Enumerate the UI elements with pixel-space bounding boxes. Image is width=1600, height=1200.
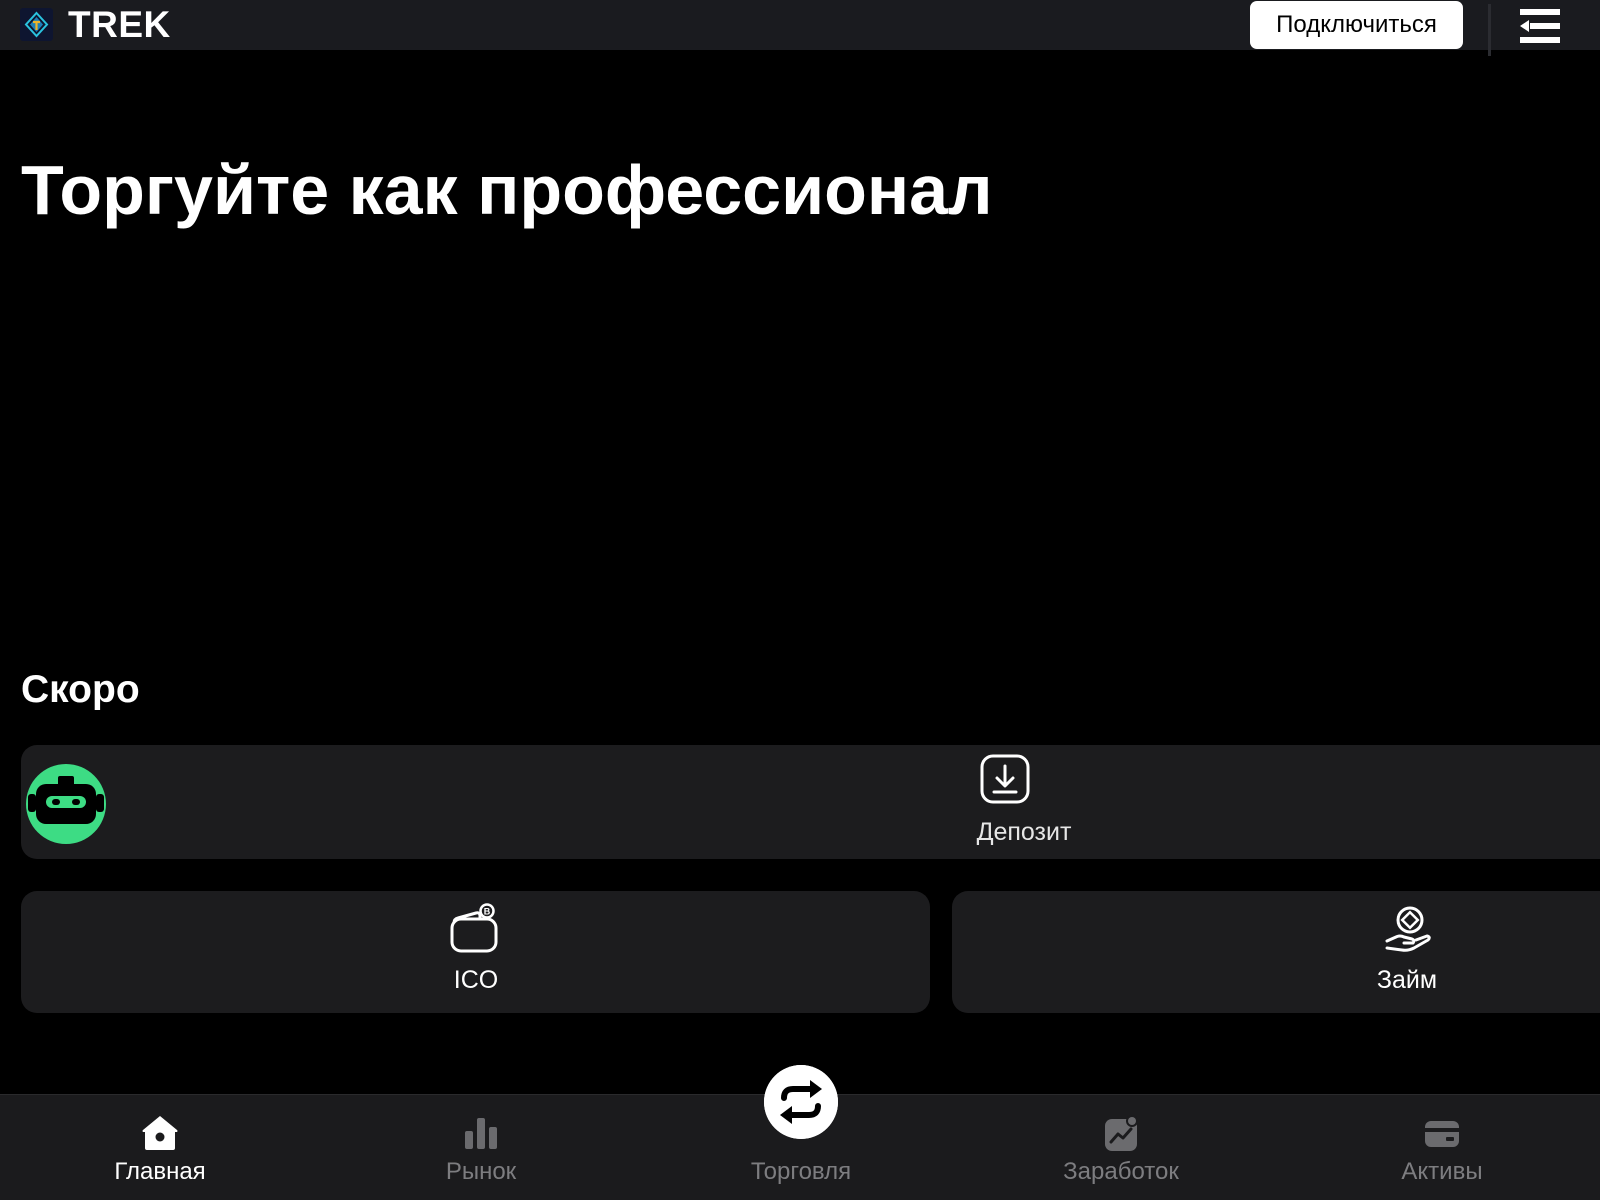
trek-logo-icon[interactable] xyxy=(20,8,53,41)
bar-chart-icon xyxy=(461,1113,501,1153)
connect-button[interactable]: Подключиться xyxy=(1250,1,1463,49)
deposit-card[interactable]: Депозит xyxy=(21,745,1600,859)
deposit-download-icon xyxy=(979,753,1031,805)
nav-label-earn: Заработок xyxy=(1063,1158,1179,1185)
nav-item-assets[interactable]: Активы xyxy=(1342,1095,1542,1200)
hand-coin-icon xyxy=(1382,903,1434,955)
wallet-coin-icon: B xyxy=(448,903,500,955)
home-icon xyxy=(140,1113,180,1153)
earn-chart-icon xyxy=(1101,1113,1141,1153)
nav-label-trade: Торговля xyxy=(750,1158,852,1185)
brand-name[interactable]: TREK xyxy=(68,4,171,46)
nav-item-home[interactable]: Главная xyxy=(60,1095,260,1200)
loan-label: Займ xyxy=(1376,966,1438,994)
header-divider xyxy=(1488,4,1491,56)
top-header: TREK Подключиться xyxy=(0,0,1600,56)
menu-collapse-icon[interactable] xyxy=(1516,6,1564,46)
nav-label-home: Главная xyxy=(114,1158,206,1185)
hero-title: Торгуйте как профессионал xyxy=(21,151,993,229)
robot-icon[interactable] xyxy=(26,764,106,844)
nav-item-earn[interactable]: Заработок xyxy=(1021,1095,1221,1200)
svg-text:B: B xyxy=(484,907,491,917)
nav-label-market: Рынок xyxy=(445,1158,517,1185)
loan-card[interactable]: Займ xyxy=(952,891,1600,1013)
ico-card[interactable]: B ICO xyxy=(21,891,930,1013)
page: TREK Подключиться Торгуйте как профессио… xyxy=(0,0,1600,1200)
ico-label: ICO xyxy=(453,966,499,994)
nav-label-assets: Активы xyxy=(1401,1158,1483,1185)
nav-item-market[interactable]: Рынок xyxy=(381,1095,581,1200)
soon-section-title: Скоро xyxy=(21,668,140,711)
deposit-label: Депозит xyxy=(976,818,1072,846)
wallet-card-icon xyxy=(1422,1113,1462,1153)
swap-icon[interactable] xyxy=(764,1065,838,1139)
